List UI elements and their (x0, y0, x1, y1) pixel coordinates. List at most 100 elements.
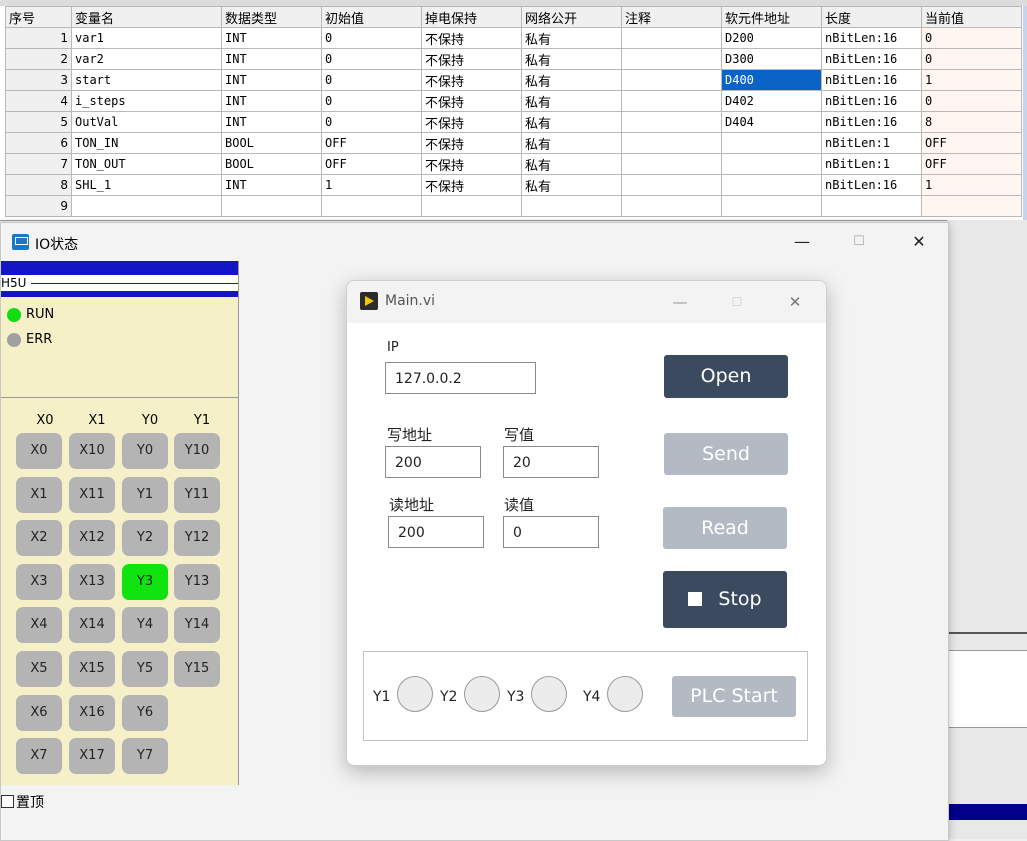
stop-button[interactable]: Stop (663, 571, 787, 628)
table-cell[interactable] (621, 27, 722, 49)
table-cell[interactable]: 0 (321, 69, 422, 91)
table-cell[interactable]: D404 (721, 111, 822, 133)
io-button-x6[interactable]: X6 (16, 694, 62, 731)
io-button-y14[interactable]: Y14 (174, 607, 220, 644)
table-cell[interactable]: D400 (721, 69, 822, 91)
maximize-button[interactable]: ☐ (844, 231, 874, 253)
table-cell[interactable]: 不保持 (421, 48, 522, 70)
column-header[interactable]: 掉电保持 (421, 6, 522, 28)
table-cell[interactable]: INT (221, 69, 322, 91)
io-button-y13[interactable]: Y13 (174, 563, 220, 600)
table-row[interactable]: 9 (5, 195, 1022, 217)
column-header[interactable]: 序号 (5, 6, 72, 28)
table-cell[interactable] (821, 195, 922, 217)
table-cell[interactable]: 1 (5, 27, 72, 49)
column-header[interactable]: 注释 (621, 6, 722, 28)
io-button-x15[interactable]: X15 (69, 651, 115, 687)
table-cell[interactable]: 2 (5, 48, 72, 70)
table-cell[interactable] (621, 153, 722, 175)
table-cell[interactable]: 5 (5, 111, 72, 133)
table-cell[interactable]: INT (221, 48, 322, 70)
table-cell[interactable] (521, 195, 622, 217)
table-cell[interactable] (221, 195, 322, 217)
table-row[interactable]: 4 i_steps INT 0 不保持 私有 D402 nBitLen:16 0 (5, 90, 1022, 112)
table-cell[interactable] (421, 195, 522, 217)
io-button-x16[interactable]: X16 (69, 694, 115, 731)
io-button-x7[interactable]: X7 (16, 738, 62, 775)
column-header[interactable]: 当前值 (921, 6, 1022, 28)
main-vi-titlebar[interactable]: Main.vi — ☐ ✕ (347, 281, 826, 323)
table-row[interactable]: 1 var1 INT 0 不保持 私有 D200 nBitLen:16 0 (5, 27, 1022, 49)
column-header[interactable]: 初始值 (321, 6, 422, 28)
io-button-x10[interactable]: X10 (69, 433, 115, 469)
minimize-button[interactable]: — (787, 231, 817, 253)
io-button-x17[interactable]: X17 (69, 738, 115, 775)
table-cell[interactable]: 不保持 (421, 27, 522, 49)
table-cell[interactable] (321, 195, 422, 217)
io-button-y0[interactable]: Y0 (122, 433, 168, 469)
table-cell[interactable]: 私有 (521, 48, 622, 70)
table-cell[interactable]: nBitLen:16 (821, 69, 922, 91)
table-cell[interactable] (921, 195, 1022, 217)
table-cell[interactable]: 不保持 (421, 111, 522, 133)
table-cell[interactable]: nBitLen:16 (821, 48, 922, 70)
io-button-y12[interactable]: Y12 (174, 520, 220, 557)
io-button-x2[interactable]: X2 (16, 520, 62, 557)
io-button-y7[interactable]: Y7 (122, 738, 168, 775)
io-button-x13[interactable]: X13 (69, 563, 115, 600)
table-cell[interactable]: 0 (321, 27, 422, 49)
write-value-input[interactable]: 20 (503, 446, 599, 478)
io-button-y10[interactable]: Y10 (174, 433, 220, 469)
table-cell[interactable]: 不保持 (421, 153, 522, 175)
table-cell[interactable] (621, 90, 722, 112)
table-cell[interactable]: INT (221, 27, 322, 49)
table-row[interactable]: 8 SHL_1 INT 1 不保持 私有 nBitLen:16 1 (5, 174, 1022, 196)
table-cell[interactable]: 不保持 (421, 90, 522, 112)
read-address-input[interactable]: 200 (388, 516, 484, 548)
column-header[interactable]: 网络公开 (521, 6, 622, 28)
table-cell[interactable]: 不保持 (421, 174, 522, 196)
table-cell[interactable]: BOOL (221, 132, 322, 154)
table-cell[interactable]: TON_OUT (71, 153, 222, 175)
table-cell[interactable] (621, 195, 722, 217)
table-cell[interactable]: 0 (921, 48, 1022, 70)
table-cell[interactable]: 4 (5, 90, 72, 112)
table-cell[interactable]: nBitLen:1 (821, 153, 922, 175)
read-button[interactable]: Read (663, 507, 787, 549)
column-header[interactable]: 长度 (821, 6, 922, 28)
table-row[interactable]: 6 TON_IN BOOL OFF 不保持 私有 nBitLen:1 OFF (5, 132, 1022, 154)
checkbox-icon[interactable] (1, 795, 14, 808)
table-cell[interactable]: 私有 (521, 69, 622, 91)
table-cell[interactable]: var2 (71, 48, 222, 70)
table-cell[interactable] (721, 153, 822, 175)
table-row[interactable]: 5 OutVal INT 0 不保持 私有 D404 nBitLen:16 8 (5, 111, 1022, 133)
table-cell[interactable] (621, 111, 722, 133)
table-cell[interactable]: 6 (5, 132, 72, 154)
table-cell[interactable] (721, 132, 822, 154)
table-cell[interactable]: INT (221, 111, 322, 133)
table-cell[interactable]: 0 (321, 48, 422, 70)
table-cell[interactable]: 私有 (521, 153, 622, 175)
table-cell[interactable]: D200 (721, 27, 822, 49)
topmost-checkbox[interactable]: 置顶 (1, 792, 44, 812)
table-cell[interactable]: OFF (921, 132, 1022, 154)
io-button-x1[interactable]: X1 (16, 476, 62, 513)
table-cell[interactable]: i_steps (71, 90, 222, 112)
io-button-x4[interactable]: X4 (16, 607, 62, 644)
table-cell[interactable]: 8 (921, 111, 1022, 133)
table-cell[interactable]: 1 (321, 174, 422, 196)
table-cell[interactable] (621, 132, 722, 154)
table-cell[interactable]: 1 (921, 174, 1022, 196)
ip-input[interactable]: 127.0.0.2 (385, 362, 536, 394)
table-cell[interactable]: 私有 (521, 90, 622, 112)
table-cell[interactable]: 私有 (521, 174, 622, 196)
table-cell[interactable]: INT (221, 174, 322, 196)
table-cell[interactable]: 3 (5, 69, 72, 91)
table-cell[interactable]: nBitLen:16 (821, 111, 922, 133)
io-button-x5[interactable]: X5 (16, 651, 62, 687)
plc-start-button[interactable]: PLC Start (672, 676, 796, 717)
close-button[interactable]: ✕ (780, 291, 810, 313)
close-button[interactable]: ✕ (904, 231, 934, 253)
table-cell[interactable]: 9 (5, 195, 72, 217)
table-row[interactable]: 3 start INT 0 不保持 私有 D400 nBitLen:16 1 (5, 69, 1022, 91)
